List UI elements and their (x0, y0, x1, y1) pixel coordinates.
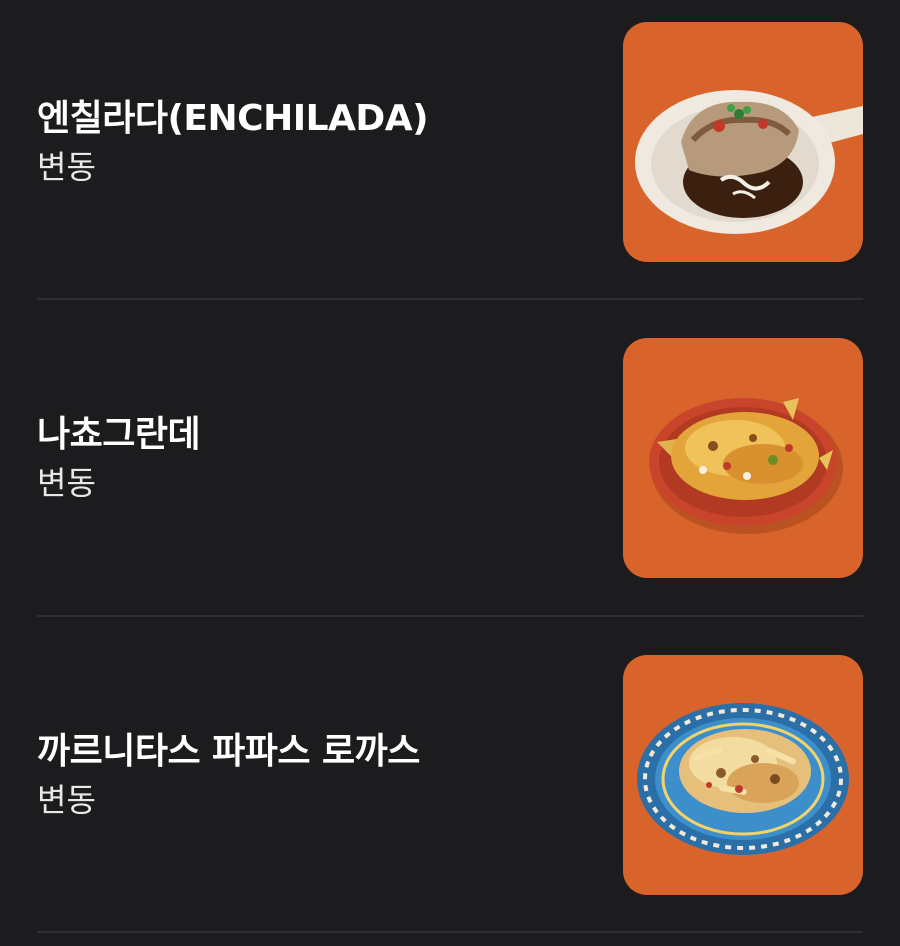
enchilada-image[interactable] (623, 22, 863, 262)
menu-item-carnitas-papas-locas[interactable]: 까르니타스 파파스 로까스 변동 (37, 655, 863, 895)
menu-item-name: 까르니타스 파파스 로까스 (37, 731, 420, 772)
menu-item-nacho-grande[interactable]: 나쵸그란데 변동 (37, 338, 863, 578)
menu-item-name: 나쵸그란데 (37, 414, 201, 455)
menu-item-price: 변동 (37, 781, 96, 819)
menu-item-enchilada[interactable]: 엔칠라다(ENCHILADA) 변동 (37, 22, 863, 262)
menu-item-text: 까르니타스 파파스 로까스 변동 (37, 729, 420, 821)
nachos-image[interactable] (623, 338, 863, 578)
menu-item-text: 엔칠라다(ENCHILADA) 변동 (37, 96, 429, 188)
menu-item-price: 변동 (37, 464, 96, 502)
fries-image[interactable] (623, 655, 863, 895)
menu-list: 엔칠라다(ENCHILADA) 변동 나쵸그란데 변동 까르니타스 파파스 로까… (0, 0, 900, 946)
divider (37, 615, 863, 617)
menu-item-text: 나쵸그란데 변동 (37, 412, 201, 504)
menu-item-price: 변동 (37, 148, 96, 186)
divider (37, 298, 863, 300)
menu-item-name: 엔칠라다(ENCHILADA) (37, 98, 429, 139)
divider (37, 931, 863, 933)
